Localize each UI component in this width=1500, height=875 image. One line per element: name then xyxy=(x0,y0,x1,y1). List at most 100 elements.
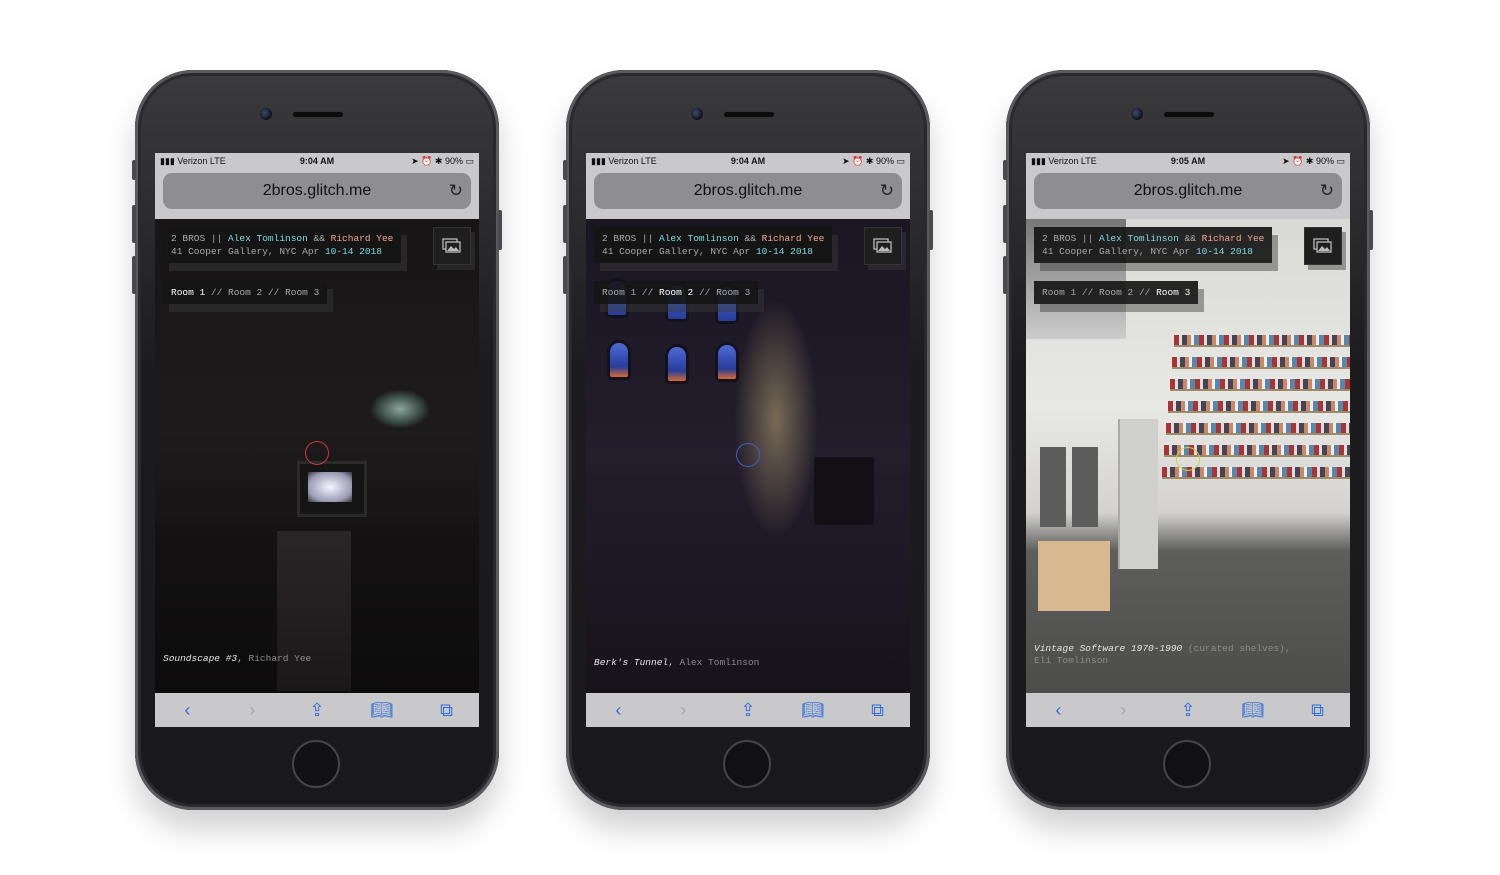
title-prefix: 2 BROS || xyxy=(1042,233,1100,244)
phone-screen: ▮▮▮ Verizon LTE 9:05 AM ➤ ⏰ ✱ 90% ▭ 2bro… xyxy=(1026,153,1350,727)
earpiece-speaker xyxy=(293,112,343,117)
gallery-button[interactable] xyxy=(433,227,471,265)
signal-icon: ▮▮▮ xyxy=(1031,155,1046,166)
tabs-icon[interactable]: ⧉ xyxy=(432,700,462,721)
bookmarks-icon[interactable]: 📖︎ xyxy=(798,700,828,721)
share-icon[interactable]: ⇪ xyxy=(302,700,332,721)
volume-down-button xyxy=(132,256,136,294)
alarm-icon: ⏰ xyxy=(1292,155,1304,166)
reload-icon[interactable]: ↻ xyxy=(449,181,463,201)
room-3-link[interactable]: Room 3 xyxy=(716,287,750,298)
share-icon[interactable]: ⇪ xyxy=(733,700,763,721)
room-separator: // xyxy=(205,287,229,298)
artwork-title: Vintage Software 1970-1990 xyxy=(1034,643,1183,654)
address-bar[interactable]: 2bros.glitch.me ↻ xyxy=(163,173,471,209)
carrier-info: ▮▮▮ Verizon LTE xyxy=(160,156,265,167)
address-bar[interactable]: 2bros.glitch.me ↻ xyxy=(1034,173,1342,209)
amp-separator: && xyxy=(1178,233,1202,244)
power-button xyxy=(1369,210,1373,250)
back-icon[interactable]: ‹ xyxy=(603,700,633,721)
gallery-icon xyxy=(1313,238,1332,253)
projected-window xyxy=(668,347,686,381)
artist-richard[interactable]: Richard Yee xyxy=(331,233,394,244)
carrier-info: ▮▮▮ Verizon LTE xyxy=(591,156,696,167)
volume-up-button xyxy=(132,205,136,243)
artist-alex[interactable]: Alex Tomlinson xyxy=(659,233,739,244)
gallery-button[interactable] xyxy=(1304,227,1342,265)
tabs-icon[interactable]: ⧉ xyxy=(863,700,893,721)
exhibit-info-panel: 2 BROS || Alex Tomlinson && Richard Yee … xyxy=(1034,227,1273,263)
home-button[interactable] xyxy=(292,740,340,788)
battery-icon: ▭ xyxy=(1336,155,1346,166)
back-icon[interactable]: ‹ xyxy=(172,700,202,721)
bluetooth-icon: ✱ xyxy=(1305,155,1314,166)
caption-separator: , xyxy=(237,653,249,664)
wall-panel xyxy=(1040,447,1066,527)
room-2-link[interactable]: Room 2 xyxy=(659,287,693,298)
gaze-reticle xyxy=(736,443,760,467)
volume-down-button xyxy=(1003,256,1007,294)
artist-richard[interactable]: Richard Yee xyxy=(1202,233,1265,244)
address-bar[interactable]: 2bros.glitch.me ↻ xyxy=(594,173,902,209)
gallery-icon xyxy=(873,238,892,253)
projector xyxy=(814,457,874,525)
room-2-link[interactable]: Room 2 xyxy=(1099,287,1133,298)
exhibit-dates: 10-14 2018 xyxy=(755,246,813,257)
signal-icon: ▮▮▮ xyxy=(160,155,175,166)
room-separator: // xyxy=(636,287,660,298)
phone-2: ▮▮▮ Verizon LTE 9:04 AM ➤ ⏰ ✱ 90% ▭ 2bro… xyxy=(563,70,933,810)
forward-icon[interactable]: › xyxy=(1108,700,1138,721)
gaze-reticle xyxy=(305,441,329,465)
panorama-view[interactable]: 2 BROS || Alex Tomlinson && Richard Yee … xyxy=(586,219,910,693)
forward-icon[interactable]: › xyxy=(237,700,267,721)
venue-text: 41 Cooper Gallery, NYC Apr xyxy=(171,246,325,257)
room-1-link[interactable]: Room 1 xyxy=(602,287,636,298)
panorama-view[interactable]: 2 BROS || Alex Tomlinson && Richard Yee … xyxy=(1026,219,1350,693)
artist-alex[interactable]: Alex Tomlinson xyxy=(228,233,308,244)
carrier-name: Verizon xyxy=(1048,155,1079,166)
artwork-artist: Eli Tomlinson xyxy=(1034,655,1109,666)
amp-separator: && xyxy=(307,233,331,244)
software-shelf xyxy=(1168,401,1350,413)
status-time: 9:04 AM xyxy=(730,156,766,166)
gallery-button[interactable] xyxy=(864,227,902,265)
network-type: LTE xyxy=(640,155,657,166)
home-button[interactable] xyxy=(1163,740,1211,788)
room-3-link[interactable]: Room 3 xyxy=(285,287,319,298)
projected-window xyxy=(718,345,736,379)
bluetooth-icon: ✱ xyxy=(434,155,443,166)
back-icon[interactable]: ‹ xyxy=(1043,700,1073,721)
tabs-icon[interactable]: ⧉ xyxy=(1303,700,1333,721)
forward-icon[interactable]: › xyxy=(668,700,698,721)
artist-richard[interactable]: Richard Yee xyxy=(762,233,825,244)
bookmarks-icon[interactable]: 📖︎ xyxy=(367,700,397,721)
address-bar-area: 2bros.glitch.me ↻ xyxy=(586,169,910,219)
room-nav: Room 1 // Room 2 // Room 3 xyxy=(1034,281,1199,304)
safari-toolbar: ‹ › ⇪ 📖︎ ⧉ xyxy=(155,693,479,727)
volume-up-button xyxy=(1003,205,1007,243)
room-1-link[interactable]: Room 1 xyxy=(171,287,205,298)
room-1-link[interactable]: Room 1 xyxy=(1042,287,1076,298)
bookmarks-icon[interactable]: 📖︎ xyxy=(1238,700,1268,721)
bluetooth-icon: ✱ xyxy=(865,155,874,166)
room-3-link[interactable]: Room 3 xyxy=(1156,287,1190,298)
volume-down-button xyxy=(563,256,567,294)
reload-icon[interactable]: ↻ xyxy=(880,181,894,201)
reload-icon[interactable]: ↻ xyxy=(1320,181,1334,201)
share-icon[interactable]: ⇪ xyxy=(1173,700,1203,721)
home-button[interactable] xyxy=(723,740,771,788)
software-shelf xyxy=(1166,423,1350,435)
battery-icon: ▭ xyxy=(896,155,906,166)
room-separator: // xyxy=(693,287,717,298)
status-right: ➤ ⏰ ✱ 90% ▭ xyxy=(369,156,474,167)
gaze-reticle xyxy=(1176,447,1200,471)
status-bar: ▮▮▮ Verizon LTE 9:04 AM ➤ ⏰ ✱ 90% ▭ xyxy=(586,153,910,169)
room-2-link[interactable]: Room 2 xyxy=(228,287,262,298)
projected-window xyxy=(610,343,628,377)
artist-alex[interactable]: Alex Tomlinson xyxy=(1099,233,1179,244)
phone-screen: ▮▮▮ Verizon LTE 9:04 AM ➤ ⏰ ✱ 90% ▭ 2bro… xyxy=(155,153,479,727)
panorama-view[interactable]: 2 BROS || Alex Tomlinson && Richard Yee … xyxy=(155,219,479,693)
artwork-artist: Richard Yee xyxy=(248,653,312,664)
room-separator: // xyxy=(1076,287,1100,298)
power-button xyxy=(498,210,502,250)
